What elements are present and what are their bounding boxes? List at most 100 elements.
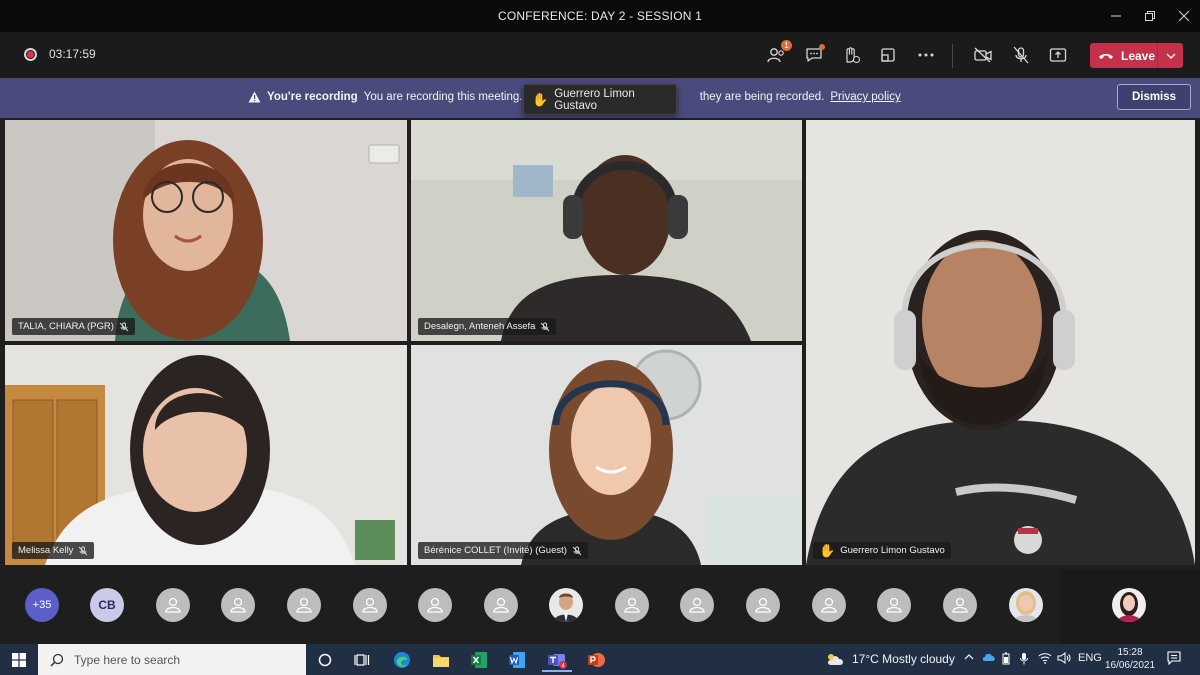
rooms-button[interactable]	[875, 42, 901, 68]
network-tray-button[interactable]	[1038, 652, 1052, 667]
microphone-icon	[1020, 653, 1028, 665]
word-taskbar-button[interactable]	[505, 648, 529, 672]
participant-video	[411, 120, 802, 341]
profile-photo	[549, 588, 583, 622]
restore-icon[interactable]	[1134, 0, 1166, 32]
participant-avatar[interactable]	[484, 588, 518, 622]
taskbar-clock[interactable]: 15:28 16/06/2021	[1102, 646, 1158, 672]
edge-icon	[394, 652, 410, 668]
onedrive-tray-button[interactable]	[982, 652, 996, 665]
volume-tray-button[interactable]	[1057, 652, 1071, 667]
share-content-button[interactable]	[1045, 42, 1071, 68]
participant-name: TALIA, CHIARA (PGR)	[18, 321, 114, 332]
powerpoint-taskbar-button[interactable]	[584, 648, 608, 672]
video-tile-desalegn-anteneh[interactable]: Desalegn, Anteneh Assefa	[411, 120, 802, 341]
leave-options-button[interactable]	[1158, 43, 1183, 68]
participant-avatar[interactable]	[746, 588, 780, 622]
taskbar-search-box[interactable]: Type here to search	[38, 644, 306, 675]
recording-banner-message-start: You are recording this meeting. Be	[363, 91, 540, 103]
participant-avatar-photo[interactable]	[549, 588, 583, 622]
excel-taskbar-button[interactable]	[467, 648, 491, 672]
video-tile-guerrero-limon[interactable]: ✋ Guerrero Limon Gustavo	[806, 120, 1195, 565]
privacy-policy-link[interactable]: Privacy policy	[830, 91, 900, 103]
battery-icon	[1002, 652, 1010, 665]
window-controls	[1098, 0, 1200, 32]
file-explorer-taskbar-button[interactable]	[429, 648, 453, 672]
camera-toggle-button[interactable]	[970, 42, 996, 68]
participant-name-tag: ✋ Guerrero Limon Gustavo	[813, 542, 951, 559]
participant-avatar-photo[interactable]	[1009, 588, 1043, 622]
microphone-tray-button[interactable]	[1019, 652, 1029, 668]
reactions-button[interactable]	[838, 42, 864, 68]
person-icon	[886, 597, 902, 613]
participant-avatar-initials[interactable]: CB	[90, 588, 124, 622]
mic-muted-icon	[572, 546, 582, 555]
action-center-button[interactable]	[1167, 651, 1181, 668]
video-tile-berenice-collet[interactable]: Bérénice COLLET (Invité) (Guest)	[411, 345, 802, 565]
participant-name-tag: Bérénice COLLET (Invité) (Guest)	[418, 542, 588, 559]
participant-avatar[interactable]	[287, 588, 321, 622]
participant-avatar[interactable]	[221, 588, 255, 622]
participant-avatar[interactable]	[615, 588, 649, 622]
meeting-toolbar: 03:17:59 1 Leave	[0, 32, 1200, 78]
close-icon[interactable]	[1168, 0, 1200, 32]
participants-badge: 1	[781, 40, 792, 51]
teams-taskbar-button[interactable]: 4	[542, 648, 572, 672]
person-icon	[755, 597, 771, 613]
participant-name: Guerrero Limon Gustavo	[840, 545, 945, 556]
clock-time: 15:28	[1117, 647, 1143, 658]
mic-toggle-button[interactable]	[1008, 42, 1034, 68]
participant-video	[5, 120, 407, 341]
minimize-icon[interactable]	[1100, 0, 1132, 32]
participant-avatar[interactable]	[418, 588, 452, 622]
title-bar: CONFERENCE: DAY 2 - SESSION 1	[0, 0, 1200, 32]
more-participants-button[interactable]: +35	[25, 588, 59, 622]
wifi-icon	[1038, 653, 1052, 664]
participant-name: Bérénice COLLET (Invité) (Guest)	[424, 545, 567, 556]
windows-taskbar: Type here to search 4 17°C Mostly cloudy…	[0, 644, 1200, 675]
participant-avatar[interactable]	[680, 588, 714, 622]
task-view-icon	[354, 654, 370, 666]
battery-tray-button[interactable]	[1002, 652, 1010, 668]
participant-avatar[interactable]	[943, 588, 977, 622]
leave-label: Leave	[1121, 48, 1156, 63]
search-icon	[50, 653, 64, 667]
person-icon	[493, 597, 509, 613]
cortana-button[interactable]	[313, 648, 337, 672]
word-icon	[509, 652, 525, 668]
teams-meeting-window: CONFERENCE: DAY 2 - SESSION 1 03:17:59 1	[0, 0, 1200, 675]
participants-button[interactable]: 1	[763, 40, 792, 68]
chevron-up-icon	[964, 654, 974, 660]
video-tile-melissa-kelly[interactable]: Melissa Kelly	[5, 345, 407, 565]
person-icon	[689, 597, 705, 613]
person-icon	[427, 597, 443, 613]
person-icon	[952, 597, 968, 613]
show-hidden-icons-button[interactable]	[964, 652, 974, 664]
speaker-icon	[1057, 652, 1071, 664]
mic-off-icon	[1013, 46, 1029, 64]
weather-widget[interactable]: 17°C Mostly cloudy	[826, 652, 955, 666]
edge-taskbar-button[interactable]	[390, 648, 414, 672]
participant-video	[806, 120, 1195, 565]
language-indicator[interactable]: ENG	[1078, 652, 1102, 664]
leave-button[interactable]: Leave	[1090, 43, 1183, 68]
chat-button[interactable]	[801, 42, 827, 68]
participant-avatar[interactable]	[156, 588, 190, 622]
leave-main[interactable]: Leave	[1090, 43, 1157, 68]
task-view-button[interactable]	[350, 648, 374, 672]
participant-gallery-strip: +35 CB	[0, 569, 1200, 644]
participant-video	[411, 345, 802, 565]
participant-avatar[interactable]	[877, 588, 911, 622]
video-tile-talia-chiara[interactable]: TALIA, CHIARA (PGR)	[5, 120, 407, 341]
more-actions-button[interactable]	[913, 42, 939, 68]
participant-avatar[interactable]	[353, 588, 387, 622]
weather-text: 17°C Mostly cloudy	[852, 652, 955, 666]
participant-video	[5, 345, 407, 565]
mic-muted-icon	[541, 322, 550, 331]
dismiss-button[interactable]: Dismiss	[1117, 84, 1191, 110]
start-button[interactable]	[0, 644, 38, 675]
participant-name: Desalegn, Anteneh Assefa	[424, 321, 536, 332]
clock-date: 16/06/2021	[1104, 660, 1156, 671]
self-avatar-photo[interactable]	[1112, 588, 1146, 622]
participant-avatar[interactable]	[812, 588, 846, 622]
